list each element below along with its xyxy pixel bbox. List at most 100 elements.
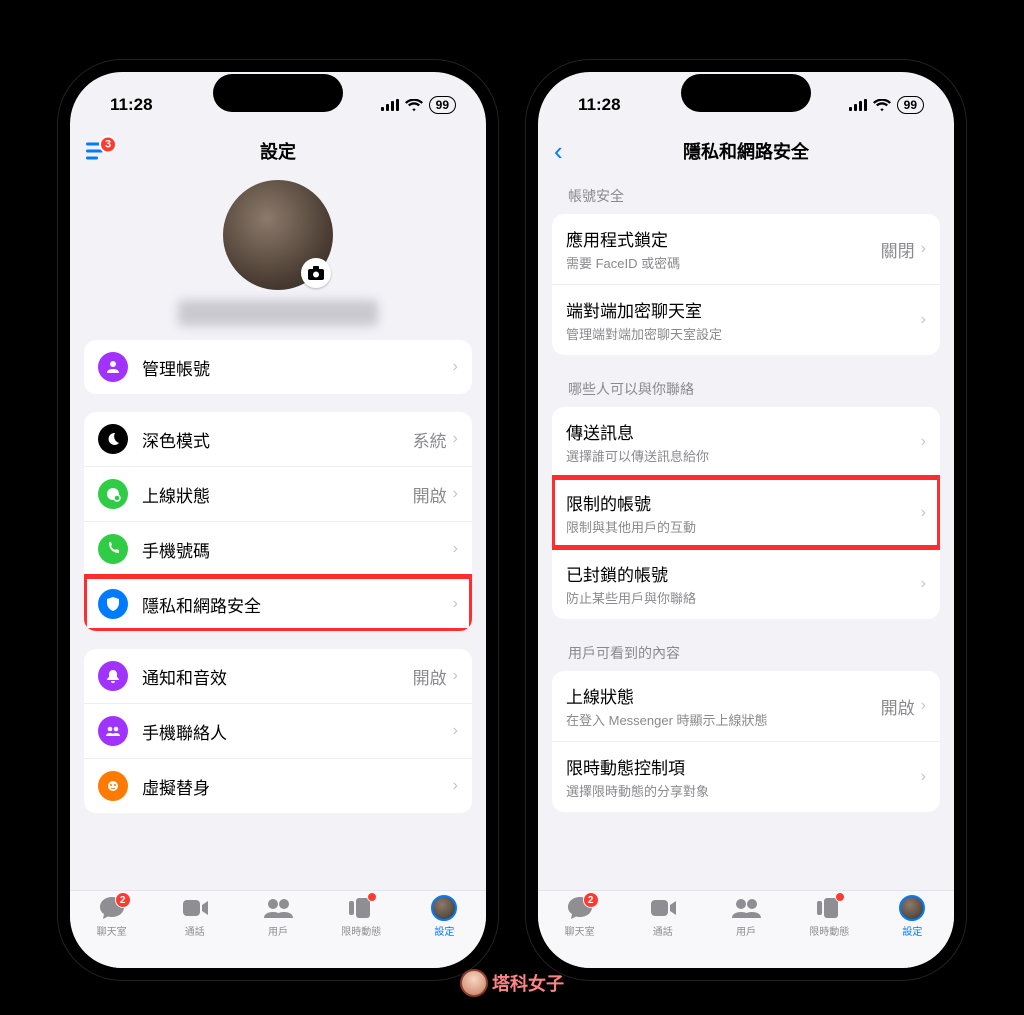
row-active-status-2[interactable]: 上線狀態 在登入 Messenger 時顯示上線狀態 開啟 › xyxy=(552,671,940,741)
group-who-contacts: 傳送訊息 選擇誰可以傳送訊息給你 › 限制的帳號 限制與其他用戶的互動 › 已封… xyxy=(552,407,940,619)
video-icon xyxy=(648,895,678,921)
chat-icon: 2 xyxy=(565,895,595,921)
avatar-icon xyxy=(98,771,128,801)
chevron-right-icon: › xyxy=(921,311,926,329)
row-sub: 在登入 Messenger 時顯示上線狀態 xyxy=(566,710,881,729)
chevron-left-icon: ‹ xyxy=(554,140,563,162)
row-sub: 防止某些用戶與你聯絡 xyxy=(566,588,921,607)
row-sub: 管理端對端加密聊天室設定 xyxy=(566,324,921,343)
row-e2ee[interactable]: 端對端加密聊天室 管理端對端加密聊天室設定 › xyxy=(552,284,940,355)
screen-privacy: 11:28 99 ‹ 隱私和網路安全 帳號安全 xyxy=(538,72,954,968)
chevron-right-icon: › xyxy=(921,240,926,258)
camera-icon[interactable] xyxy=(301,258,331,288)
tab-stories[interactable]: 限時動態 xyxy=(788,895,871,954)
row-privacy[interactable]: 隱私和網路安全 › xyxy=(84,576,472,631)
row-story-controls[interactable]: 限時動態控制項 選擇限時動態的分享對象 › xyxy=(552,741,940,812)
wifi-icon xyxy=(405,99,423,112)
status-right: 99 xyxy=(381,96,456,114)
back-button[interactable]: ‹ xyxy=(554,140,563,162)
tab-people[interactable]: 用戶 xyxy=(236,895,319,954)
tab-label: 限時動態 xyxy=(809,923,849,938)
shield-icon xyxy=(98,589,128,619)
menu-button[interactable]: 3 xyxy=(86,143,108,160)
phone-icon xyxy=(98,534,128,564)
settings-avatar-icon xyxy=(429,895,459,921)
row-dark-mode[interactable]: 深色模式 系統 › xyxy=(84,412,472,466)
settings-avatar-icon xyxy=(897,895,927,921)
video-icon xyxy=(180,895,210,921)
row-blocked[interactable]: 已封鎖的帳號 防止某些用戶與你聯絡 › xyxy=(552,548,940,619)
row-label: 上線狀態 xyxy=(566,683,881,708)
row-phone-contacts[interactable]: 手機聯絡人 › xyxy=(84,703,472,758)
tab-label: 設定 xyxy=(902,923,922,938)
chevron-right-icon: › xyxy=(921,697,926,715)
row-label: 上線狀態 xyxy=(142,482,413,507)
tab-settings[interactable]: 設定 xyxy=(871,895,954,954)
tab-label: 聊天室 xyxy=(565,923,595,938)
row-avatars[interactable]: 虛擬替身 › xyxy=(84,758,472,813)
chevron-right-icon: › xyxy=(453,430,458,448)
chevron-right-icon: › xyxy=(453,485,458,503)
row-value: 系統 xyxy=(413,427,447,452)
phone-left: 11:28 99 3 設定 xyxy=(58,60,498,980)
row-value: 開啟 xyxy=(413,482,447,507)
row-label: 隱私和網路安全 xyxy=(142,592,453,617)
nav-header-privacy: ‹ 隱私和網路安全 xyxy=(538,128,954,174)
tab-calls[interactable]: 通話 xyxy=(621,895,704,954)
row-label: 通知和音效 xyxy=(142,664,413,689)
row-phone-number[interactable]: 手機號碼 › xyxy=(84,521,472,576)
tab-chats[interactable]: 2 聊天室 xyxy=(538,895,621,954)
tab-label: 通話 xyxy=(653,923,673,938)
bell-icon xyxy=(98,661,128,691)
tab-label: 通話 xyxy=(185,923,205,938)
tab-badge: 2 xyxy=(583,892,599,908)
row-label: 限時動態控制項 xyxy=(566,754,921,779)
tab-calls[interactable]: 通話 xyxy=(153,895,236,954)
nav-header-settings: 3 設定 xyxy=(70,128,486,174)
profile-block[interactable] xyxy=(84,174,472,340)
tab-people[interactable]: 用戶 xyxy=(704,895,787,954)
row-message-delivery[interactable]: 傳送訊息 選擇誰可以傳送訊息給你 › xyxy=(552,407,940,477)
group-what-users-see: 上線狀態 在登入 Messenger 時顯示上線狀態 開啟 › 限時動態控制項 … xyxy=(552,671,940,812)
profile-name xyxy=(178,300,378,326)
watermark-text: 塔科女子 xyxy=(492,970,564,996)
section-what-users-see: 用戶可看到的內容 xyxy=(552,637,940,671)
row-manage-account[interactable]: 管理帳號 › xyxy=(84,340,472,394)
row-active-status[interactable]: 上線狀態 開啟 › xyxy=(84,466,472,521)
moon-icon xyxy=(98,424,128,454)
section-account-security: 帳號安全 xyxy=(552,180,940,214)
tab-stories[interactable]: 限時動態 xyxy=(320,895,403,954)
page-title: 隱私和網路安全 xyxy=(683,138,809,164)
signal-icon xyxy=(849,99,867,111)
row-label: 傳送訊息 xyxy=(566,419,921,444)
tab-settings[interactable]: 設定 xyxy=(403,895,486,954)
group-account-security: 應用程式鎖定 需要 FaceID 或密碼 關閉 › 端對端加密聊天室 管理端對端… xyxy=(552,214,940,355)
battery-pill: 99 xyxy=(897,96,924,114)
people-icon xyxy=(263,895,293,921)
tab-label: 聊天室 xyxy=(97,923,127,938)
tab-bar: 2 聊天室 通話 用戶 限時動態 xyxy=(70,890,486,968)
row-label: 手機聯絡人 xyxy=(142,719,453,744)
tab-badge: 2 xyxy=(115,892,131,908)
watermark-face-icon xyxy=(460,969,488,997)
row-notifications[interactable]: 通知和音效 開啟 › xyxy=(84,649,472,703)
chevron-right-icon: › xyxy=(921,768,926,786)
group-account: 管理帳號 › xyxy=(84,340,472,394)
signal-icon xyxy=(381,99,399,111)
row-value: 開啟 xyxy=(413,664,447,689)
active-status-icon xyxy=(98,479,128,509)
status-right: 99 xyxy=(849,96,924,114)
page-title: 設定 xyxy=(260,138,296,164)
chevron-right-icon: › xyxy=(453,667,458,685)
tab-chats[interactable]: 2 聊天室 xyxy=(70,895,153,954)
row-app-lock[interactable]: 應用程式鎖定 需要 FaceID 或密碼 關閉 › xyxy=(552,214,940,284)
row-sub: 選擇限時動態的分享對象 xyxy=(566,781,921,800)
tab-dot xyxy=(835,892,845,902)
privacy-content: 帳號安全 應用程式鎖定 需要 FaceID 或密碼 關閉 › 端對端加密聊天室 … xyxy=(538,174,954,890)
chevron-right-icon: › xyxy=(453,722,458,740)
row-restricted[interactable]: 限制的帳號 限制與其他用戶的互動 › xyxy=(552,477,940,548)
row-label: 端對端加密聊天室 xyxy=(566,297,921,322)
row-sub: 選擇誰可以傳送訊息給你 xyxy=(566,446,921,465)
status-time: 11:28 xyxy=(110,95,153,115)
row-label: 已封鎖的帳號 xyxy=(566,561,921,586)
